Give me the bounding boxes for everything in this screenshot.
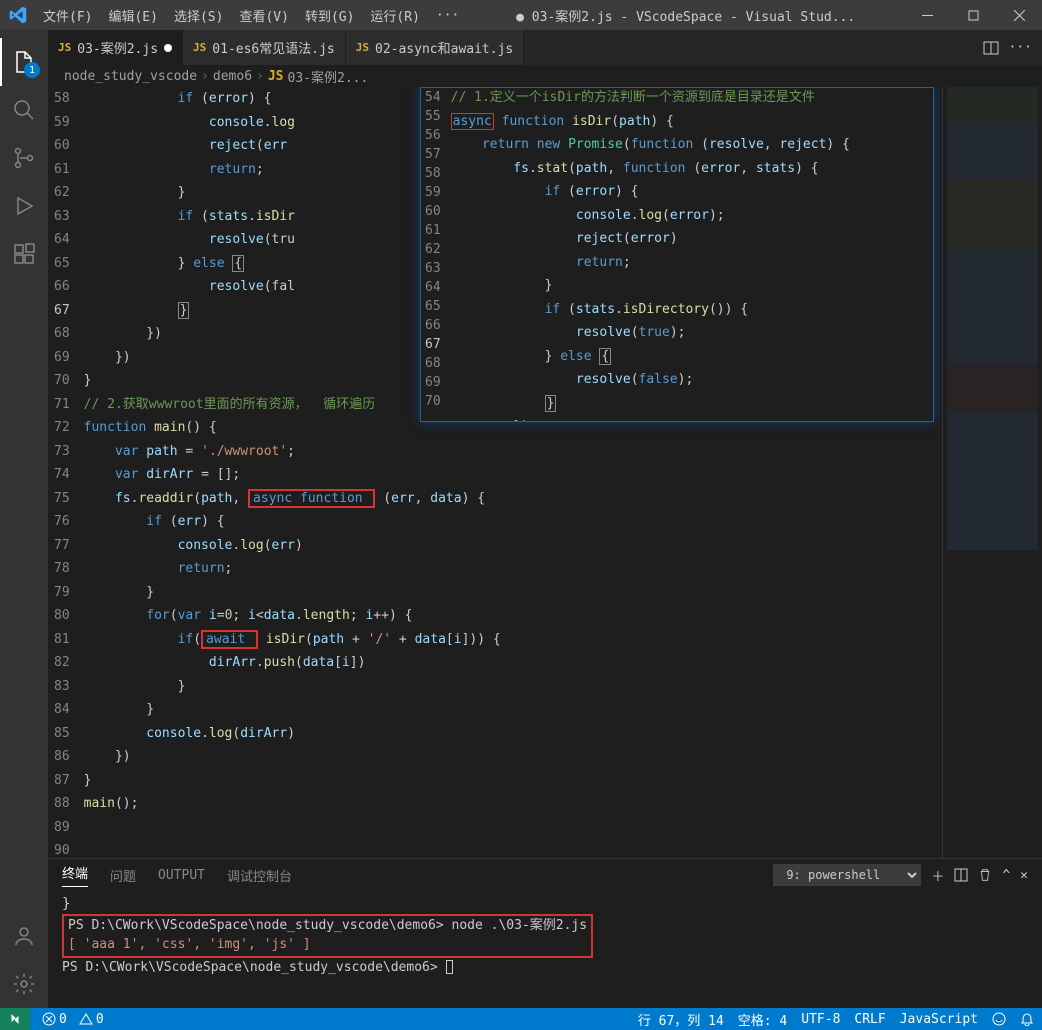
menu-file[interactable]: 文件(F) bbox=[35, 6, 100, 25]
activity-bar: 1 bbox=[0, 30, 48, 1008]
status-language[interactable]: JavaScript bbox=[900, 1010, 978, 1029]
tab-label: 02-async和await.js bbox=[375, 38, 513, 57]
js-file-icon: JS bbox=[193, 41, 206, 54]
status-cursor[interactable]: 行 67，列 14 bbox=[638, 1010, 724, 1029]
maximize-panel-icon[interactable]: ^ bbox=[1002, 868, 1010, 883]
explorer-icon[interactable]: 1 bbox=[0, 38, 48, 86]
status-encoding[interactable]: UTF-8 bbox=[801, 1010, 840, 1029]
panel-tab-output[interactable]: OUTPUT bbox=[158, 868, 205, 883]
close-button[interactable] bbox=[996, 0, 1042, 30]
status-errors[interactable]: 0 bbox=[42, 1012, 67, 1027]
tab-file-1[interactable]: JS 01-es6常见语法.js bbox=[183, 30, 346, 65]
status-bar: 0 0 行 67，列 14 空格: 4 UTF-8 CRLF JavaScrip… bbox=[0, 1008, 1042, 1030]
menu-view[interactable]: 查看(V) bbox=[231, 6, 296, 25]
menu-more[interactable]: ··· bbox=[428, 8, 467, 23]
new-terminal-icon[interactable]: ＋ bbox=[931, 866, 944, 885]
modified-indicator-icon bbox=[164, 44, 172, 52]
split-terminal-icon[interactable] bbox=[954, 868, 968, 882]
minimize-button[interactable] bbox=[904, 0, 950, 30]
status-warnings[interactable]: 0 bbox=[79, 1012, 104, 1027]
peek-code[interactable]: // 1.定义一个isDir的方法判断一个资源到底是目录还是文件async fu… bbox=[451, 88, 933, 421]
tab-file-0[interactable]: JS 03-案例2.js bbox=[48, 30, 183, 65]
feedback-icon[interactable] bbox=[992, 1010, 1006, 1029]
minimap[interactable] bbox=[942, 87, 1042, 858]
run-debug-icon[interactable] bbox=[0, 182, 48, 230]
search-icon[interactable] bbox=[0, 86, 48, 134]
panel: 终端 问题 OUTPUT 调试控制台 9: powershell ＋ ^ ✕ }… bbox=[48, 858, 1042, 1008]
editor-area: JS 03-案例2.js JS 01-es6常见语法.js JS 02-asyn… bbox=[48, 30, 1042, 1008]
status-eol[interactable]: CRLF bbox=[854, 1010, 885, 1029]
terminal-select[interactable]: 9: powershell bbox=[773, 864, 921, 886]
settings-icon[interactable] bbox=[0, 960, 48, 1008]
js-file-icon: JS bbox=[356, 41, 369, 54]
maximize-button[interactable] bbox=[950, 0, 996, 30]
status-spaces[interactable]: 空格: 4 bbox=[738, 1010, 787, 1029]
notifications-icon[interactable] bbox=[1020, 1010, 1034, 1029]
tab-file-2[interactable]: JS 02-async和await.js bbox=[346, 30, 524, 65]
line-gutter: 5859606162636465666768697071727374757677… bbox=[48, 87, 84, 858]
source-control-icon[interactable] bbox=[0, 134, 48, 182]
peek-view-editor[interactable]: 5455565758596061626364656667686970 // 1.… bbox=[420, 87, 934, 422]
breadcrumb[interactable]: node_study_vscode› demo6› JS 03-案例2... bbox=[48, 65, 1042, 87]
account-icon[interactable] bbox=[0, 912, 48, 960]
split-editor-icon[interactable] bbox=[983, 40, 999, 56]
trash-icon[interactable] bbox=[978, 868, 992, 882]
js-file-icon: JS bbox=[58, 41, 71, 54]
panel-tab-debug[interactable]: 调试控制台 bbox=[227, 866, 292, 885]
vscode-logo-icon bbox=[0, 6, 35, 24]
explorer-badge: 1 bbox=[24, 62, 40, 78]
menu-goto[interactable]: 转到(G) bbox=[297, 6, 362, 25]
menu-edit[interactable]: 编辑(E) bbox=[100, 6, 165, 25]
menu-run[interactable]: 运行(R) bbox=[362, 6, 427, 25]
title-bar: 文件(F) 编辑(E) 选择(S) 查看(V) 转到(G) 运行(R) ··· … bbox=[0, 0, 1042, 30]
menu-select[interactable]: 选择(S) bbox=[166, 6, 231, 25]
tab-label: 03-案例2.js bbox=[77, 38, 158, 57]
panel-tab-problems[interactable]: 问题 bbox=[110, 866, 136, 885]
js-file-icon: JS bbox=[268, 69, 284, 84]
terminal-content[interactable]: } PS D:\CWork\VScodeSpace\node_study_vsc… bbox=[48, 891, 1042, 1008]
extensions-icon[interactable] bbox=[0, 230, 48, 278]
remote-indicator[interactable] bbox=[0, 1008, 30, 1030]
editor-tabs: JS 03-案例2.js JS 01-es6常见语法.js JS 02-asyn… bbox=[48, 30, 1042, 65]
tab-label: 01-es6常见语法.js bbox=[212, 38, 334, 57]
peek-gutter: 5455565758596061626364656667686970 bbox=[421, 88, 451, 421]
window-title: ● 03-案例2.js - VScodeSpace - Visual Stud.… bbox=[467, 6, 904, 25]
close-panel-icon[interactable]: ✕ bbox=[1020, 868, 1028, 883]
more-actions-icon[interactable]: ··· bbox=[1009, 40, 1032, 55]
panel-tab-terminal[interactable]: 终端 bbox=[62, 863, 88, 887]
